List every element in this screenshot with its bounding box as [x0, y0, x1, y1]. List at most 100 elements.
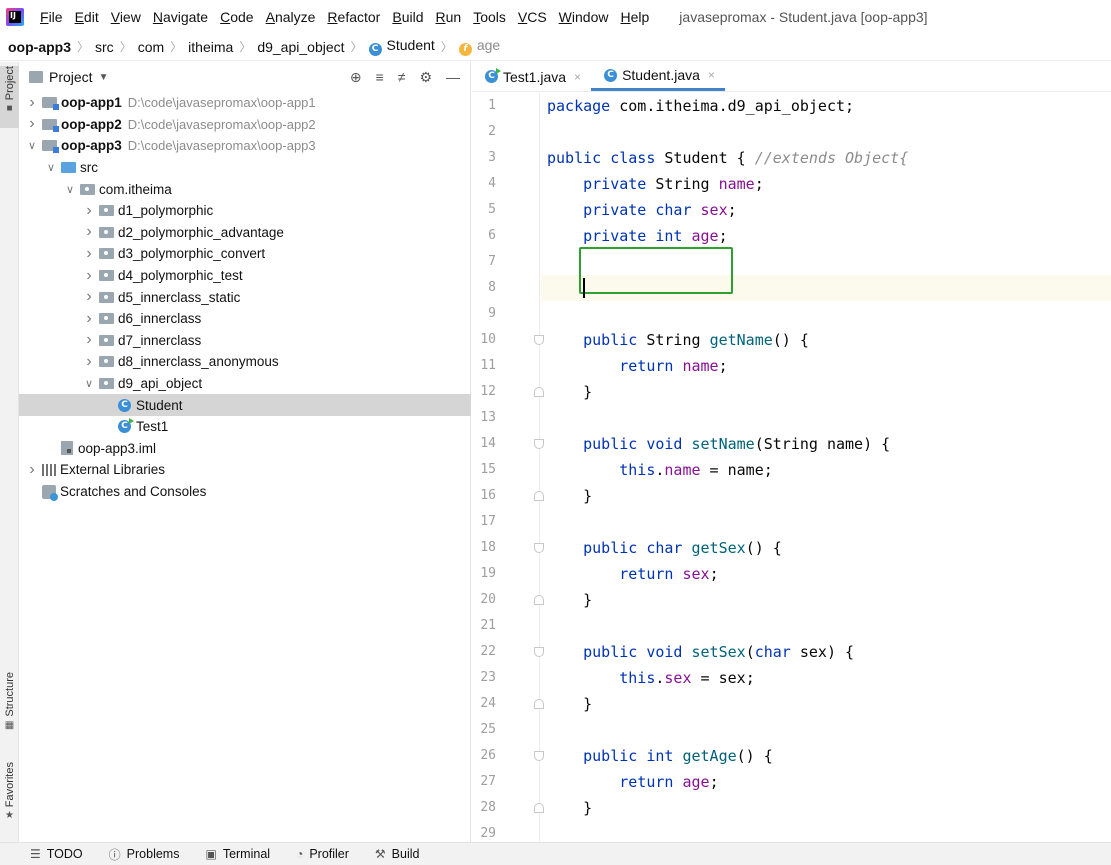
expand-all-icon[interactable]: ≡ — [376, 69, 384, 86]
line-number: 21 — [480, 618, 496, 633]
chevron-down-icon[interactable]: ∨ — [25, 139, 39, 152]
close-icon[interactable]: × — [708, 68, 715, 82]
chevron-right-icon[interactable]: › — [82, 288, 96, 306]
line-number: 26 — [480, 748, 496, 763]
chevron-down-icon[interactable]: ▼ — [99, 72, 109, 83]
bottom-tool-bar: ☰ TODO ⓘ Problems ▣ Terminal ◔ Profiler ⚒ Build — [0, 842, 1111, 865]
breadcrumb-item[interactable]: C Student — [368, 37, 435, 56]
menu-edit[interactable]: Edit — [69, 9, 105, 25]
menu-vcs[interactable]: VCS — [512, 9, 553, 25]
project-panel-title[interactable]: Project — [49, 69, 93, 85]
breadcrumb-label: itheima — [188, 38, 234, 55]
line-number: 16 — [480, 488, 496, 503]
editor-tabs: C Test1.java × C Student.java × — [472, 62, 1111, 92]
breadcrumb-item[interactable]: src — [95, 39, 114, 55]
chevron-right-icon[interactable]: › — [82, 245, 96, 263]
chevron-right-icon[interactable]: › — [25, 115, 39, 133]
tree-node-com-itheima[interactable]: ∨ com.itheima — [19, 178, 471, 200]
project-tool-button[interactable]: Project ■ — [0, 66, 19, 128]
breadcrumb-item[interactable]: oop-app3 — [8, 39, 71, 55]
terminal-icon: ▣ — [205, 847, 217, 861]
chevron-right-icon[interactable]: › — [82, 353, 96, 371]
line-number: 2 — [488, 124, 496, 139]
chevron-right-icon[interactable]: › — [25, 94, 39, 112]
breadcrumb-separator: 〉 — [170, 40, 183, 54]
line-number: 1 — [488, 98, 496, 113]
chevron-right-icon[interactable]: › — [82, 310, 96, 328]
gear-icon[interactable]: ⚙ — [419, 69, 432, 86]
tree-node-label: d5_innerclass_static — [118, 289, 241, 305]
bottom-tab-terminal[interactable]: ▣ Terminal — [205, 847, 270, 861]
breadcrumb-item[interactable]: itheima — [188, 39, 233, 55]
menu-refactor[interactable]: Refactor — [321, 9, 386, 25]
chevron-right-icon[interactable]: › — [25, 461, 39, 479]
intellij-logo-icon[interactable]: IJ — [6, 7, 24, 26]
locate-file-icon[interactable]: ⊕ — [350, 69, 362, 86]
chevron-down-icon[interactable]: ∨ — [63, 183, 77, 196]
code-line: public String getName() { — [583, 331, 809, 349]
bottom-tab-problems[interactable]: ⓘ Problems — [109, 846, 180, 863]
tree-node-d4-polymorphic-test[interactable]: › d4_polymorphic_test — [19, 265, 471, 287]
tree-node-src[interactable]: ∨ src — [19, 157, 471, 179]
tree-node-d6-innerclass[interactable]: › d6_innerclass — [19, 308, 471, 330]
chevron-right-icon[interactable]: › — [82, 331, 96, 349]
close-icon[interactable]: × — [574, 70, 581, 84]
tab-student-java[interactable]: C Student.java × — [591, 62, 725, 91]
menu-analyze[interactable]: Analyze — [260, 9, 322, 25]
module-icon — [42, 118, 59, 132]
menu-navigate[interactable]: Navigate — [147, 9, 214, 25]
tree-node-oop-app1[interactable]: › oop-app1 D:\code\javasepromax\oop-app1 — [19, 92, 471, 114]
collapse-all-icon[interactable]: ≠ — [398, 69, 406, 86]
hide-panel-icon[interactable]: — — [446, 69, 460, 86]
left-tool-stripe: Project ■ Structure ▦ Favorites ★ — [0, 62, 19, 842]
tree-node-d1-polymorphic[interactable]: › d1_polymorphic — [19, 200, 471, 222]
tree-node-d5-innerclass-static[interactable]: › d5_innerclass_static — [19, 286, 471, 308]
chevron-down-icon[interactable]: ∨ — [82, 377, 96, 390]
tab-test1-java[interactable]: C Test1.java × — [472, 62, 591, 91]
chevron-right-icon[interactable]: › — [82, 202, 96, 220]
code-line: private char sex; — [583, 201, 737, 219]
menu-run[interactable]: Run — [429, 9, 467, 25]
tree-node-oop-app3-iml[interactable]: oop-app3.iml — [19, 438, 471, 460]
bottom-tab-build[interactable]: ⚒ Build — [375, 847, 420, 861]
package-icon — [99, 334, 114, 346]
menu-view[interactable]: View — [105, 9, 147, 25]
tree-node-d8-innerclass-anonymous[interactable]: › d8_innerclass_anonymous — [19, 351, 471, 373]
tree-node-oop-app2[interactable]: › oop-app2 D:\code\javasepromax\oop-app2 — [19, 114, 471, 136]
line-number: 18 — [480, 540, 496, 555]
tree-node-external-libraries[interactable]: › External Libraries — [19, 459, 471, 481]
menu-window[interactable]: Window — [553, 9, 615, 25]
line-number: 17 — [480, 514, 496, 529]
favorites-tool-button[interactable]: Favorites ★ — [0, 762, 19, 821]
breadcrumb-item[interactable]: d9_api_object — [257, 39, 344, 55]
menu-code[interactable]: Code — [214, 9, 259, 25]
code-editor[interactable]: package com.itheima.d9_api_object; public… — [541, 93, 1111, 842]
bottom-tab-todo[interactable]: ☰ TODO — [30, 847, 83, 861]
tree-node-scratches-and-consoles[interactable]: Scratches and Consoles — [19, 481, 471, 503]
package-icon — [99, 378, 114, 390]
code-line: } — [547, 487, 593, 505]
breadcrumb-label: src — [95, 38, 114, 55]
bottom-tab-profiler[interactable]: ◔ Profiler — [296, 847, 349, 861]
package-icon — [99, 356, 114, 368]
tree-node-d2-polymorphic-advantage[interactable]: › d2_polymorphic_advantage — [19, 222, 471, 244]
chevron-right-icon[interactable]: › — [82, 223, 96, 241]
tree-node-d3-polymorphic-convert[interactable]: › d3_polymorphic_convert — [19, 243, 471, 265]
tree-node-student[interactable]: C Student — [19, 394, 471, 416]
breadcrumb-item[interactable]: f age — [458, 37, 500, 56]
menu-tools[interactable]: Tools — [467, 9, 512, 25]
breadcrumb-item[interactable]: com — [138, 39, 164, 55]
tree-node-oop-app3[interactable]: ∨ oop-app3 D:\code\javasepromax\oop-app3 — [19, 135, 471, 157]
menu-file[interactable]: File — [34, 9, 69, 25]
tree-node-label: Student — [136, 397, 183, 413]
tree-node-d7-innerclass[interactable]: › d7_innerclass — [19, 330, 471, 352]
structure-tool-button[interactable]: Structure ▦ — [0, 672, 19, 731]
tree-node-test1[interactable]: C Test1 — [19, 416, 471, 438]
chevron-down-icon[interactable]: ∨ — [44, 161, 58, 174]
window-title: javasepromax - Student.java [oop-app3] — [679, 8, 928, 25]
tree-node-d9-api-object[interactable]: ∨ d9_api_object — [19, 373, 471, 395]
menu-build[interactable]: Build — [386, 9, 429, 25]
chevron-right-icon[interactable]: › — [82, 267, 96, 285]
menu-help[interactable]: Help — [614, 9, 655, 25]
line-number: 27 — [480, 774, 496, 789]
